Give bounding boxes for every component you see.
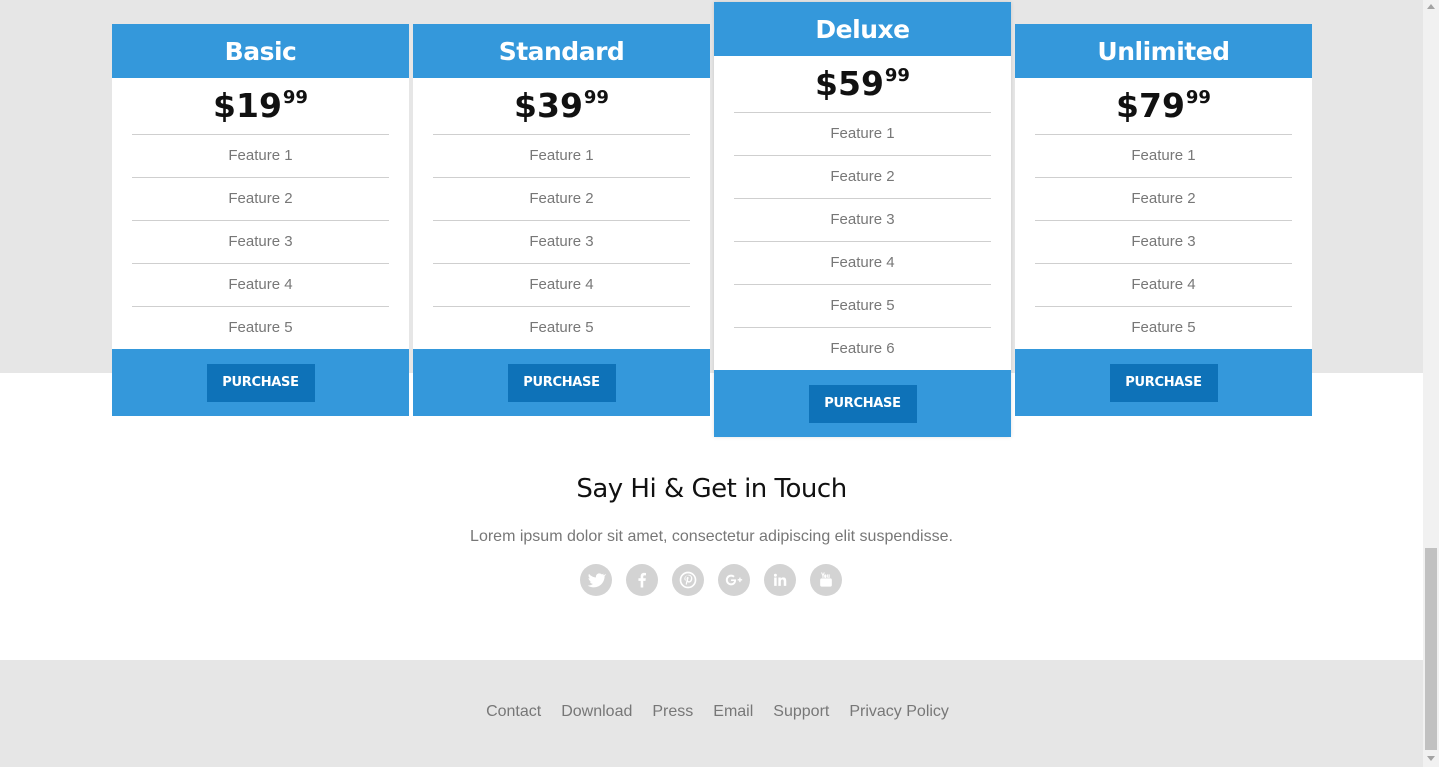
scroll-up-arrow-icon[interactable]	[1427, 4, 1435, 9]
feature-item: Feature 2	[1035, 178, 1292, 221]
footer-link-email[interactable]: Email	[713, 703, 753, 721]
social-links	[580, 564, 842, 596]
footer-link-support[interactable]: Support	[773, 703, 829, 721]
feature-list: Feature 1 Feature 2 Feature 3 Feature 4 …	[433, 134, 690, 349]
price-cents: 99	[1185, 87, 1211, 108]
feature-list: Feature 1 Feature 2 Feature 3 Feature 4 …	[132, 134, 389, 349]
feature-item: Feature 1	[132, 135, 389, 178]
plan-card-deluxe: Deluxe $59 99 Feature 1 Feature 2 Feature…	[714, 2, 1011, 437]
footer-link-privacy-policy[interactable]: Privacy Policy	[849, 703, 949, 721]
linkedin-icon[interactable]	[764, 564, 796, 596]
plan-card-unlimited: Unlimited $79 99 Feature 1 Feature 2 Feat…	[1015, 24, 1312, 416]
feature-item: Feature 3	[734, 199, 991, 242]
feature-item: Feature 1	[1035, 135, 1292, 178]
plan-footer: PURCHASE	[1015, 349, 1312, 416]
feature-item: Feature 5	[228, 319, 293, 336]
footer-link-download[interactable]: Download	[561, 703, 632, 721]
contact-title: Say Hi & Get in Touch	[576, 474, 847, 504]
twitter-icon[interactable]	[580, 564, 612, 596]
plan-title: Basic	[112, 24, 409, 78]
feature-item: Feature 4	[1035, 264, 1292, 307]
feature-item: Feature 2	[734, 156, 991, 199]
facebook-icon[interactable]	[626, 564, 658, 596]
plan-footer: PURCHASE	[112, 349, 409, 416]
feature-item: Feature 3	[132, 221, 389, 264]
plan-price: $19 99	[112, 78, 409, 134]
plan-title: Standard	[413, 24, 710, 78]
plan-title: Unlimited	[1015, 24, 1312, 78]
purchase-button[interactable]: PURCHASE	[1109, 363, 1218, 402]
contact-text: Lorem ipsum dolor sit amet, consectetur …	[470, 528, 953, 545]
feature-item: Feature 1	[433, 135, 690, 178]
price-dollars: $39	[514, 86, 583, 125]
feature-list: Feature 1 Feature 2 Feature 3 Feature 4 …	[734, 112, 991, 370]
feature-item: Feature 5	[734, 285, 991, 328]
purchase-button[interactable]: PURCHASE	[206, 363, 315, 402]
plan-footer: PURCHASE	[714, 370, 1011, 437]
price-cents: 99	[884, 65, 910, 86]
youtube-icon[interactable]	[810, 564, 842, 596]
footer-nav: Contact Download Press Email Support Pri…	[0, 703, 1423, 721]
feature-item: Feature 3	[1035, 221, 1292, 264]
feature-item: Feature 2	[433, 178, 690, 221]
feature-list: Feature 1 Feature 2 Feature 3 Feature 4 …	[1035, 134, 1292, 349]
feature-item: Feature 5	[1131, 319, 1196, 336]
plan-footer: PURCHASE	[413, 349, 710, 416]
price-dollars: $59	[815, 64, 884, 103]
footer-link-contact[interactable]: Contact	[486, 703, 541, 721]
feature-item: Feature 2	[132, 178, 389, 221]
price-cents: 99	[583, 87, 609, 108]
scrollbar-thumb[interactable]	[1425, 548, 1437, 750]
plan-card-basic: Basic $19 99 Feature 1 Feature 2 Feature …	[112, 24, 409, 416]
plan-price: $79 99	[1015, 78, 1312, 134]
price-dollars: $79	[1116, 86, 1185, 125]
feature-item: Feature 4	[132, 264, 389, 307]
feature-item: Feature 4	[433, 264, 690, 307]
google-plus-icon[interactable]	[718, 564, 750, 596]
feature-item: Feature 4	[734, 242, 991, 285]
plan-price: $59 99	[714, 56, 1011, 112]
feature-item: Feature 3	[433, 221, 690, 264]
price-cents: 99	[282, 87, 308, 108]
purchase-button[interactable]: PURCHASE	[507, 363, 616, 402]
feature-item: Feature 1	[734, 113, 991, 156]
purchase-button[interactable]: PURCHASE	[808, 384, 917, 423]
plan-card-standard: Standard $39 99 Feature 1 Feature 2 Featu…	[413, 24, 710, 416]
pinterest-icon[interactable]	[672, 564, 704, 596]
plan-title: Deluxe	[714, 2, 1011, 56]
scroll-down-arrow-icon[interactable]	[1427, 756, 1435, 761]
plan-price: $39 99	[413, 78, 710, 134]
feature-item: Feature 6	[830, 340, 895, 357]
price-dollars: $19	[213, 86, 282, 125]
footer-link-press[interactable]: Press	[652, 703, 693, 721]
feature-item: Feature 5	[529, 319, 594, 336]
